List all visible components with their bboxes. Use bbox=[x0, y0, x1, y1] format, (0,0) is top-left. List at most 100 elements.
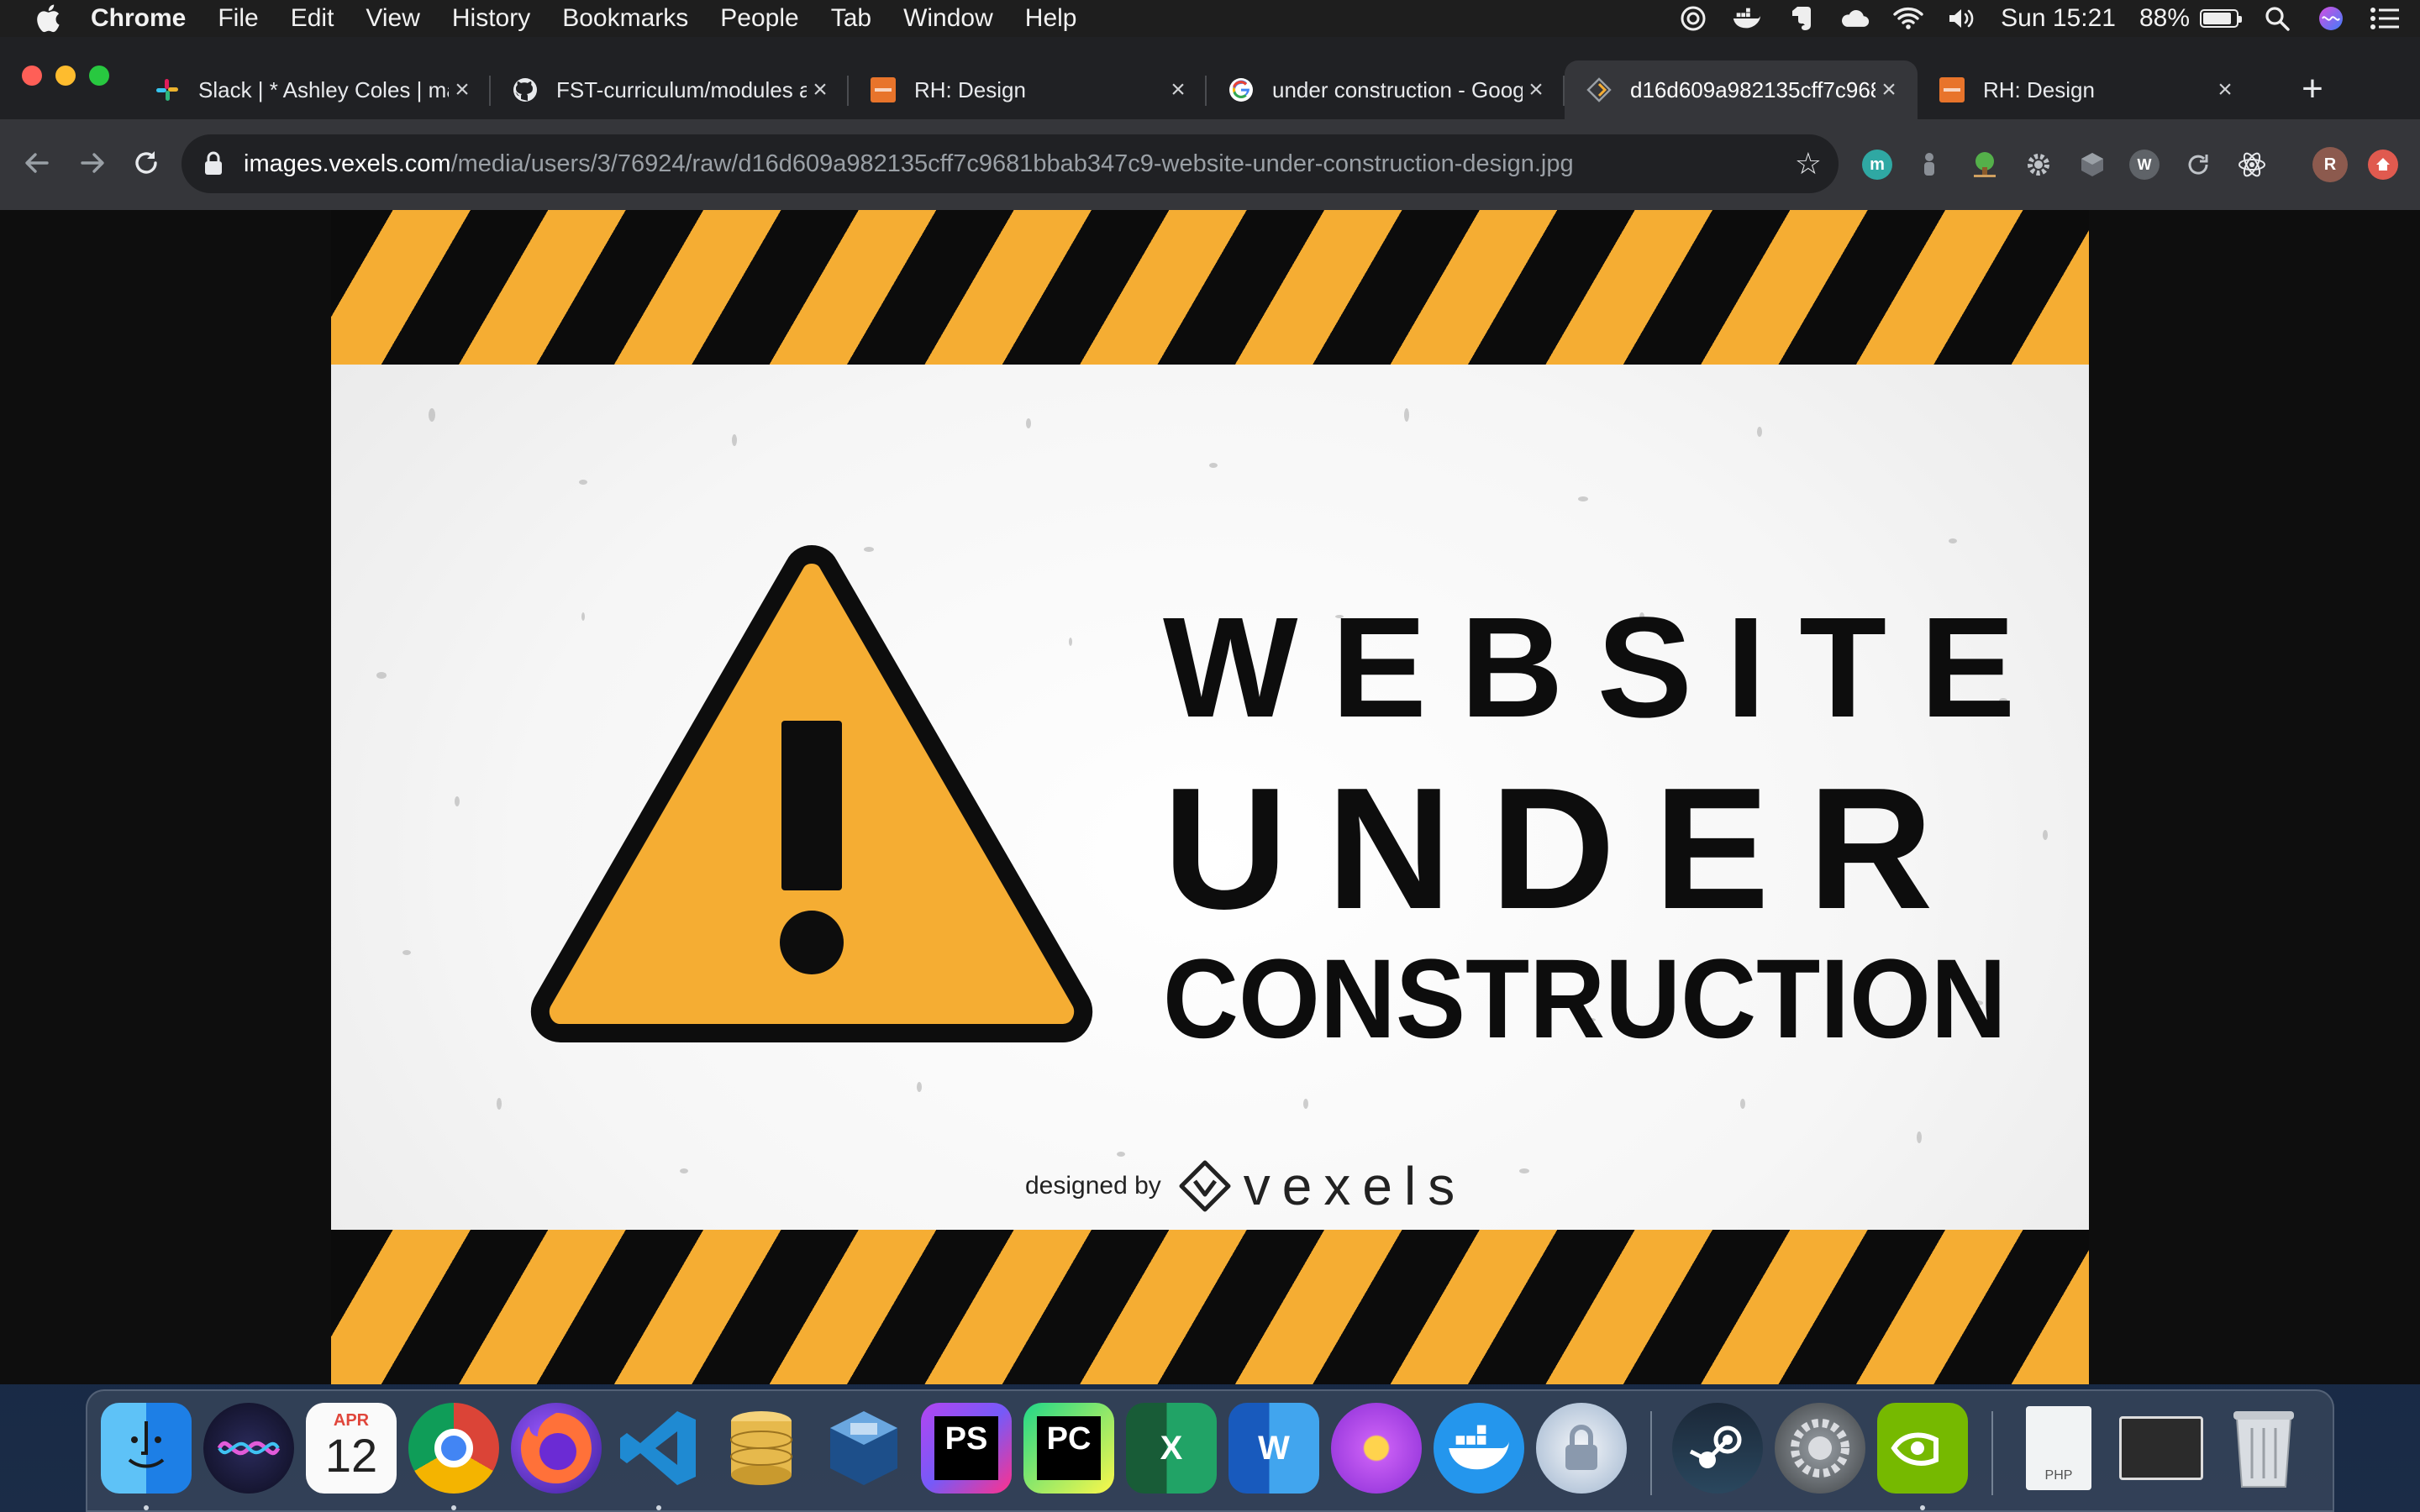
macos-menubar: Chrome File Edit View History Bookmarks … bbox=[0, 0, 2420, 37]
calendar-icon[interactable]: APR 12 bbox=[306, 1403, 397, 1494]
pycharm-icon[interactable]: PC bbox=[1023, 1403, 1114, 1494]
profile-avatar[interactable]: R bbox=[2312, 147, 2348, 182]
tab-close-icon[interactable]: × bbox=[2212, 76, 2238, 103]
extension-cube-icon[interactable] bbox=[2077, 150, 2107, 180]
lock-icon[interactable] bbox=[203, 151, 224, 176]
keychain-icon[interactable] bbox=[1536, 1403, 1627, 1494]
battery-level bbox=[2203, 13, 2232, 24]
google-icon bbox=[1228, 77, 1254, 102]
tab-active-image[interactable]: d16d609a982135cff7c968 × bbox=[1565, 60, 1918, 119]
finder-icon[interactable] bbox=[101, 1403, 192, 1494]
trash-icon[interactable] bbox=[2218, 1403, 2309, 1494]
tab-title: under construction - Googl bbox=[1272, 76, 1523, 102]
tab-title: Slack | * Ashley Coles | may bbox=[198, 76, 449, 102]
battery-percent[interactable]: 88% bbox=[2139, 4, 2190, 33]
back-button[interactable] bbox=[20, 148, 54, 181]
extension-figure-icon[interactable] bbox=[1914, 150, 1944, 180]
chrome-window: Slack | * Ashley Coles | may × FST-curri… bbox=[0, 37, 2420, 1384]
sequel-pro-icon[interactable] bbox=[716, 1403, 807, 1494]
excel-icon[interactable]: X bbox=[1126, 1403, 1217, 1494]
reload-button[interactable] bbox=[129, 148, 163, 181]
menu-app-chrome[interactable]: Chrome bbox=[91, 4, 186, 33]
nvidia-icon[interactable] bbox=[1877, 1403, 1968, 1494]
screenshot-folder-icon[interactable] bbox=[2116, 1403, 2207, 1494]
spotlight-search-icon[interactable] bbox=[2262, 6, 2292, 31]
window-minimize-button[interactable] bbox=[55, 66, 76, 86]
desktop: Chrome File Edit View History Bookmarks … bbox=[0, 0, 2420, 1512]
forward-button[interactable] bbox=[76, 148, 109, 181]
phpstorm-icon[interactable]: PS bbox=[921, 1403, 1012, 1494]
menu-people[interactable]: People bbox=[720, 4, 798, 33]
word-icon[interactable]: W bbox=[1228, 1403, 1319, 1494]
cloud-status-icon[interactable] bbox=[1839, 6, 1870, 31]
volume-icon[interactable] bbox=[1947, 6, 1977, 31]
docker-status-icon[interactable] bbox=[1732, 6, 1762, 31]
battery-icon[interactable] bbox=[2200, 9, 2242, 28]
menu-window[interactable]: Window bbox=[903, 4, 993, 33]
wifi-icon[interactable] bbox=[1893, 6, 1923, 31]
tab-rh-design[interactable]: RH: Design × bbox=[1918, 60, 2254, 119]
notification-center-icon[interactable] bbox=[2370, 6, 2400, 31]
menu-bookmarks[interactable]: Bookmarks bbox=[562, 4, 688, 33]
tab-rh-design[interactable]: RH: Design × bbox=[849, 60, 1207, 119]
reload-icon bbox=[135, 151, 157, 174]
firefox-icon[interactable] bbox=[511, 1403, 602, 1494]
flower-app-icon[interactable] bbox=[1331, 1403, 1422, 1494]
extension-tree-icon[interactable] bbox=[1970, 150, 2000, 180]
sync-status-icon[interactable] bbox=[1678, 6, 1708, 31]
tab-close-icon[interactable]: × bbox=[1523, 76, 1549, 103]
siri-app-icon[interactable] bbox=[203, 1403, 294, 1494]
headline-under: UNDER bbox=[1163, 752, 1972, 945]
extension-m-icon[interactable]: m bbox=[1862, 150, 1892, 180]
menu-view[interactable]: View bbox=[366, 4, 419, 33]
menu-file[interactable]: File bbox=[218, 4, 258, 33]
menu-edit[interactable]: Edit bbox=[291, 4, 334, 33]
siri-icon[interactable] bbox=[2316, 6, 2346, 31]
chrome-app-icon[interactable] bbox=[408, 1403, 499, 1494]
tab-close-icon[interactable]: × bbox=[1876, 76, 1902, 103]
tab-close-icon[interactable]: × bbox=[807, 76, 834, 103]
menubar-clock[interactable]: Sun 15:21 bbox=[2001, 4, 2116, 33]
vexels-logo-icon bbox=[1179, 1160, 1231, 1212]
vscode-icon[interactable] bbox=[613, 1403, 704, 1494]
extension-gear-icon[interactable] bbox=[2023, 150, 2054, 180]
tab-github[interactable]: FST-curriculum/modules at × bbox=[491, 60, 849, 119]
credit-prefix: designed by bbox=[1025, 1172, 1161, 1200]
calendar-day: 12 bbox=[324, 1429, 378, 1482]
tab-close-icon[interactable]: × bbox=[449, 76, 476, 103]
system-preferences-icon[interactable] bbox=[1775, 1403, 1865, 1494]
window-close-button[interactable] bbox=[22, 66, 42, 86]
dock-separator bbox=[1991, 1411, 1993, 1495]
hazard-stripe-top bbox=[331, 210, 2089, 365]
running-indicator bbox=[144, 1505, 149, 1510]
php-document-icon[interactable]: PHP bbox=[2013, 1403, 2104, 1494]
bookmark-star-icon[interactable]: ☆ bbox=[1795, 148, 1822, 180]
menu-tab[interactable]: Tab bbox=[831, 4, 871, 33]
designer-credit: designed by vexels bbox=[1025, 1159, 1466, 1213]
under-construction-image: WEBSITE UNDER CONSTRUCTION designed by v… bbox=[331, 210, 2089, 1384]
extension-refresh-icon[interactable] bbox=[2183, 150, 2213, 180]
rh-design-icon bbox=[871, 77, 896, 102]
address-bar[interactable]: images.vexels.com /media/users/3/76924/r… bbox=[182, 134, 1839, 193]
github-icon bbox=[513, 77, 538, 102]
tab-google-search[interactable]: under construction - Googl × bbox=[1207, 60, 1565, 119]
url-host: images.vexels.com bbox=[244, 150, 451, 177]
virtualbox-icon[interactable] bbox=[818, 1403, 909, 1494]
window-zoom-button[interactable] bbox=[89, 66, 109, 86]
extension-wappalyzer-icon[interactable]: W bbox=[2129, 150, 2160, 180]
status-area: Sun 15:21 88% bbox=[1655, 0, 2420, 37]
menu-history[interactable]: History bbox=[452, 4, 530, 33]
tab-slack[interactable]: Slack | * Ashley Coles | may × bbox=[133, 60, 491, 119]
tab-close-icon[interactable]: × bbox=[1165, 76, 1192, 103]
calendar-month: APR bbox=[333, 1411, 370, 1430]
arrow-right-icon bbox=[81, 153, 104, 173]
evernote-status-icon[interactable] bbox=[1786, 6, 1816, 31]
apple-menu-icon[interactable] bbox=[35, 4, 60, 33]
extension-react-icon[interactable] bbox=[2237, 150, 2267, 180]
docker-app-icon[interactable] bbox=[1434, 1403, 1524, 1494]
menu-help[interactable]: Help bbox=[1025, 4, 1077, 33]
extension-home-icon[interactable] bbox=[2368, 150, 2398, 180]
hazard-stripe-bottom bbox=[331, 1230, 2089, 1384]
new-tab-button[interactable]: + bbox=[2294, 71, 2331, 108]
steam-icon[interactable] bbox=[1672, 1403, 1763, 1494]
